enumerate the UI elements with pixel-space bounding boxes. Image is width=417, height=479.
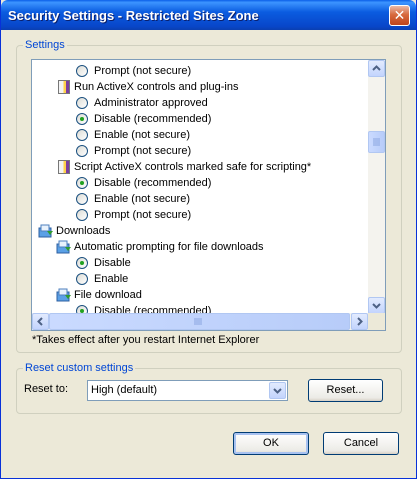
ok-button[interactable]: OK [233, 432, 309, 455]
radio-button[interactable] [76, 177, 88, 189]
certificate-icon [58, 80, 70, 94]
radio-button[interactable] [76, 97, 88, 109]
horizontal-scroll-thumb[interactable] [49, 313, 350, 330]
tree-category[interactable]: Downloads [32, 223, 368, 239]
item-label: Disable [94, 257, 131, 269]
radio-option[interactable]: Prompt (not secure) [32, 63, 368, 79]
tree-setting[interactable]: Automatic prompting for file downloads [32, 239, 368, 255]
tree-setting[interactable]: File download [32, 287, 368, 303]
chevron-up-icon [372, 65, 381, 71]
settings-tree-rows: Prompt (not secure) Run ActiveX controls … [32, 60, 368, 314]
radio-option[interactable]: Enable (not secure) [32, 127, 368, 143]
radio-option[interactable]: Prompt (not secure) [32, 207, 368, 223]
item-label: Enable (not secure) [94, 193, 190, 205]
radio-button[interactable] [76, 145, 88, 157]
item-label: Downloads [56, 225, 111, 237]
title-bar[interactable]: Security Settings - Restricted Sites Zon… [1, 0, 416, 30]
grip-icon [373, 138, 380, 146]
radio-button[interactable] [76, 273, 88, 285]
settings-tree[interactable]: Prompt (not secure) Run ActiveX controls … [31, 59, 386, 331]
item-label: Administrator approved [94, 97, 208, 109]
item-label: Enable (not secure) [94, 129, 190, 141]
chevron-down-icon [372, 303, 381, 309]
reset-to-value: High (default) [91, 384, 158, 396]
scroll-left-button[interactable] [32, 313, 49, 330]
item-label: Script ActiveX controls marked safe for … [74, 161, 312, 173]
item-label: Prompt (not secure) [94, 65, 192, 77]
radio-option[interactable]: Disable (recommended) [32, 111, 368, 127]
certificate-icon [58, 160, 70, 174]
item-label: Prompt (not secure) [94, 209, 192, 221]
horizontal-scrollbar[interactable] [32, 313, 368, 330]
item-label: Automatic prompting for file downloads [74, 241, 264, 253]
reset-to-label: Reset to: [24, 383, 69, 395]
scroll-right-button[interactable] [351, 313, 368, 330]
radio-button[interactable] [76, 129, 88, 141]
radio-option[interactable]: Disable (recommended) [32, 175, 368, 191]
radio-button[interactable] [76, 209, 88, 221]
download-folder-icon [56, 239, 72, 255]
cancel-button[interactable]: Cancel [323, 432, 399, 455]
radio-option[interactable]: Prompt (not secure) [32, 143, 368, 159]
download-folder-icon [56, 287, 72, 303]
radio-option[interactable]: Enable [32, 271, 368, 287]
item-label: File download [74, 289, 142, 301]
item-label: Prompt (not secure) [94, 145, 192, 157]
item-label: Enable [94, 273, 129, 285]
item-label: Run ActiveX controls and plug-ins [74, 81, 239, 93]
radio-button[interactable] [76, 193, 88, 205]
chevron-down-icon [273, 388, 282, 394]
vertical-scrollbar[interactable] [368, 60, 385, 314]
reset-group-legend: Reset custom settings [23, 362, 136, 374]
restart-note: *Takes effect after you restart Internet… [32, 334, 260, 346]
radio-option[interactable]: Enable (not secure) [32, 191, 368, 207]
radio-button[interactable] [76, 257, 88, 269]
item-label: Disable (recommended) [94, 113, 212, 125]
scrollbar-corner [368, 313, 385, 330]
reset-to-select[interactable]: High (default) [87, 380, 288, 401]
dropdown-button[interactable] [269, 382, 286, 399]
reset-button[interactable]: Reset... [308, 379, 383, 402]
chevron-right-icon [357, 317, 363, 326]
item-label: Disable (recommended) [94, 177, 212, 189]
close-button[interactable]: ✕ [389, 5, 410, 26]
scroll-down-button[interactable] [368, 297, 385, 314]
chevron-left-icon [37, 317, 43, 326]
grip-icon [194, 318, 202, 325]
radio-button[interactable] [76, 65, 88, 77]
tree-setting[interactable]: Script ActiveX controls marked safe for … [32, 159, 368, 175]
download-folder-icon [38, 223, 54, 239]
radio-button[interactable] [76, 113, 88, 125]
tree-setting[interactable]: Run ActiveX controls and plug-ins [32, 79, 368, 95]
settings-group-legend: Settings [23, 39, 67, 51]
vertical-scroll-thumb[interactable] [368, 131, 385, 153]
radio-option[interactable]: Disable [32, 255, 368, 271]
scroll-up-button[interactable] [368, 60, 385, 77]
security-settings-dialog: Security Settings - Restricted Sites Zon… [0, 0, 417, 479]
window-title: Security Settings - Restricted Sites Zon… [8, 8, 259, 23]
radio-option[interactable]: Administrator approved [32, 95, 368, 111]
